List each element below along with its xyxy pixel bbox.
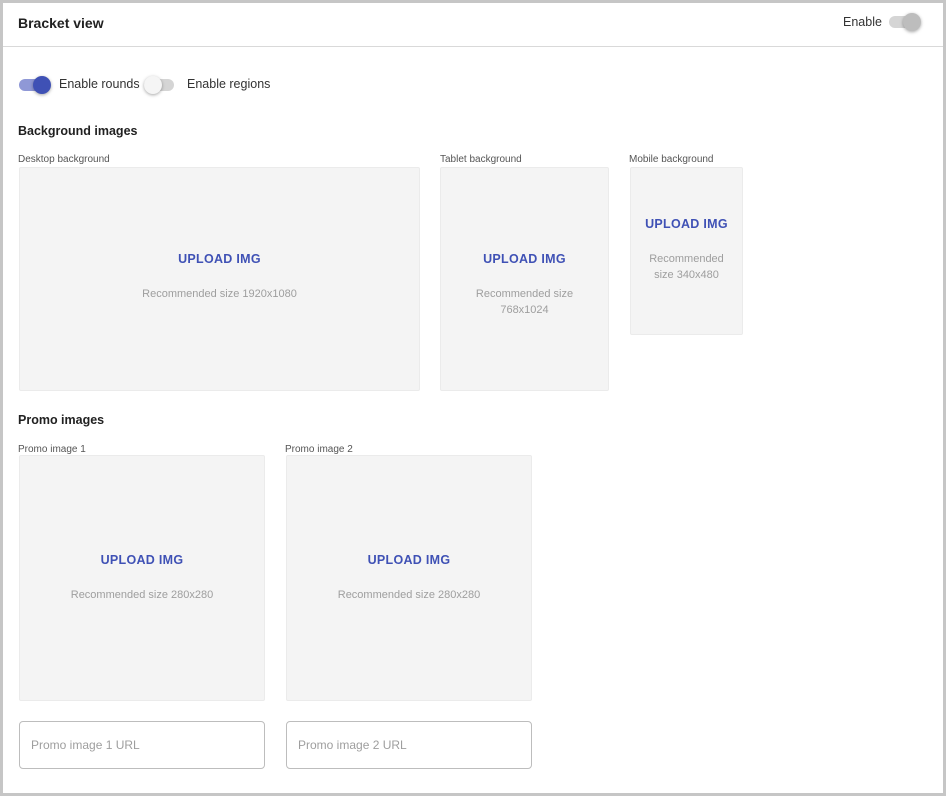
promo-2-upload-button[interactable]: UPLOAD IMG: [287, 553, 531, 567]
promo-image-2-label: Promo image 2: [285, 444, 353, 455]
panel-header: Bracket view Enable: [3, 3, 943, 47]
promo-image-1-label: Promo image 1: [18, 444, 86, 455]
enable-switch[interactable]: [889, 12, 923, 32]
promo-1-recommended-size: Recommended size 280x280: [70, 589, 214, 601]
tablet-background-upload[interactable]: UPLOAD IMG Recommended size 768x1024: [440, 167, 609, 391]
mobile-upload-button[interactable]: UPLOAD IMG: [631, 217, 742, 231]
promo-1-upload-button[interactable]: UPLOAD IMG: [20, 553, 264, 567]
enable-label: Enable: [843, 15, 882, 29]
bracket-view-panel: Bracket view Enable Enable rounds Enable…: [0, 0, 946, 796]
enable-rounds-label[interactable]: Enable rounds: [59, 77, 140, 91]
promo-2-recommended-size: Recommended size 280x280: [337, 589, 481, 601]
enable-regions-switch[interactable]: [144, 75, 178, 95]
enable-regions-label[interactable]: Enable regions: [187, 77, 270, 91]
promo-image-1-upload[interactable]: UPLOAD IMG Recommended size 280x280: [19, 455, 265, 701]
mobile-background-label: Mobile background: [629, 154, 714, 165]
enable-switch-thumb: [903, 13, 921, 31]
enable-rounds-switch[interactable]: [19, 75, 53, 95]
promo-image-1-url-input[interactable]: [19, 721, 265, 769]
promo-image-2-upload[interactable]: UPLOAD IMG Recommended size 280x280: [286, 455, 532, 701]
desktop-upload-button[interactable]: UPLOAD IMG: [20, 252, 419, 266]
promo-image-2-url-input[interactable]: [286, 721, 532, 769]
panel-title: Bracket view: [18, 15, 104, 31]
desktop-recommended-size: Recommended size 1920x1080: [142, 288, 297, 300]
tablet-upload-button[interactable]: UPLOAD IMG: [441, 252, 608, 266]
promo-images-title: Promo images: [18, 413, 105, 427]
desktop-background-label: Desktop background: [18, 154, 110, 165]
background-images-title: Background images: [18, 124, 138, 138]
mobile-background-upload[interactable]: UPLOAD IMG Recommended size 340x480: [630, 167, 743, 335]
mobile-recommended-size: Recommended size 340x480: [649, 253, 724, 281]
enable-regions-thumb: [144, 76, 162, 94]
tablet-background-label: Tablet background: [440, 154, 522, 165]
desktop-background-upload[interactable]: UPLOAD IMG Recommended size 1920x1080: [19, 167, 420, 391]
tablet-recommended-size: Recommended size 768x1024: [475, 288, 574, 316]
enable-rounds-thumb: [33, 76, 51, 94]
